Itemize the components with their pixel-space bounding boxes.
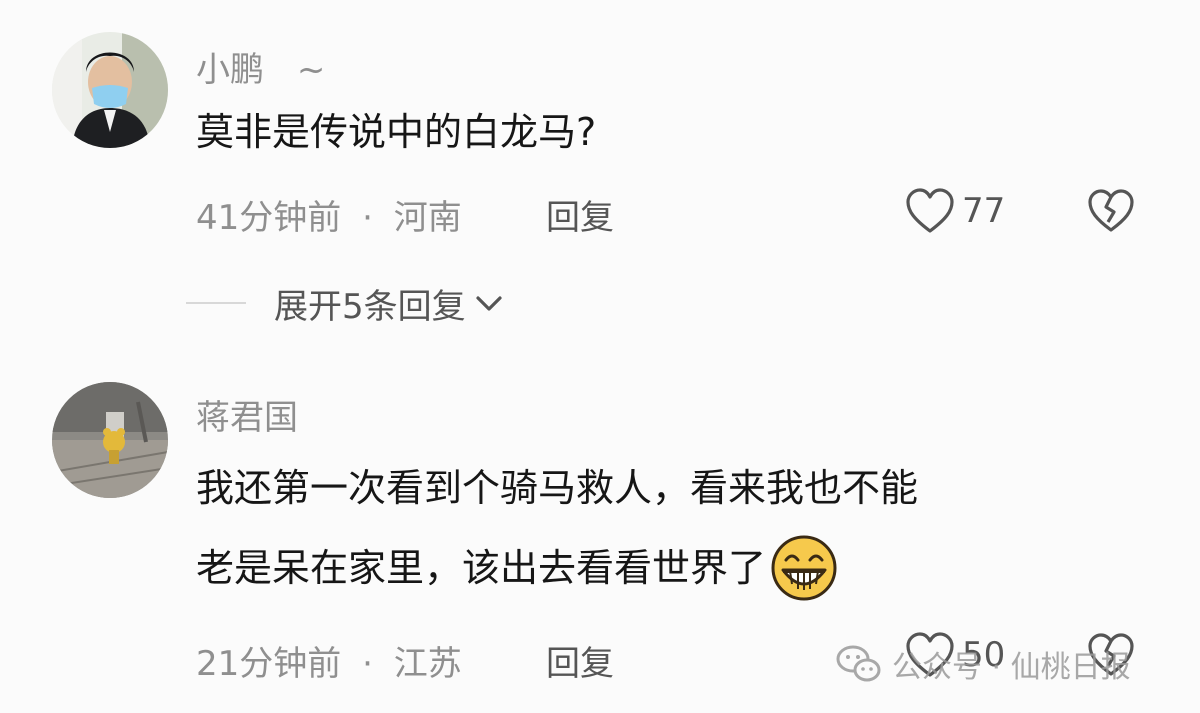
comment-text-line-2: 老是呆在家里，该出去看看世界了 — [196, 546, 767, 590]
comment-text-line: 老是呆在家里，该出去看看世界了 — [196, 534, 838, 602]
avatar[interactable] — [52, 382, 168, 498]
comment-time: 21分钟前 — [196, 644, 342, 684]
comment-time: 41分钟前 — [196, 198, 342, 238]
expand-replies[interactable]: 展开5条回复 — [186, 278, 504, 328]
meta-separator: · — [362, 644, 373, 684]
heart-icon — [906, 188, 954, 233]
like-count: 77 — [962, 191, 1006, 231]
wechat-icon — [836, 645, 881, 682]
username[interactable]: 小鹏 ~ — [196, 42, 325, 91]
comment-text-line: 我还第一次看到个骑马救人，看来我也不能 — [196, 466, 919, 510]
meta-separator: · — [362, 198, 373, 238]
username[interactable]: 蒋君国 — [196, 390, 298, 439]
broken-heart-icon — [1088, 189, 1134, 232]
comment-text: 莫非是传说中的白龙马? — [196, 110, 597, 154]
watermark: 公众号 · 仙桃日报 — [836, 642, 1131, 686]
username-suffix: ~ — [296, 50, 326, 90]
expand-replies-label: 展开5条回复 — [274, 286, 466, 327]
avatar-image — [52, 382, 168, 498]
avatar[interactable] — [52, 32, 168, 148]
expand-divider — [186, 302, 246, 304]
comment-location: 河南 — [393, 198, 462, 238]
comment-location: 江苏 — [393, 644, 462, 684]
chevron-down-icon — [476, 296, 502, 311]
comment-item: 小鹏 ~ 莫非是传说中的白龙马? 41分钟前 · 河南 回复 77 展开5条回复 — [0, 0, 1200, 350]
comment-meta: 21分钟前 · 江苏 — [196, 636, 462, 685]
reply-button[interactable]: 回复 — [546, 636, 614, 685]
dislike-button[interactable] — [1086, 188, 1136, 238]
comment-meta: 41分钟前 · 河南 — [196, 190, 462, 239]
reply-button[interactable]: 回复 — [546, 190, 614, 239]
like-button[interactable]: 77 — [904, 186, 1005, 236]
watermark-text: 公众号 · 仙桃日报 — [892, 650, 1131, 685]
grin-emoji-icon — [771, 535, 837, 601]
username-text: 小鹏 — [196, 50, 264, 90]
avatar-image — [52, 32, 168, 148]
